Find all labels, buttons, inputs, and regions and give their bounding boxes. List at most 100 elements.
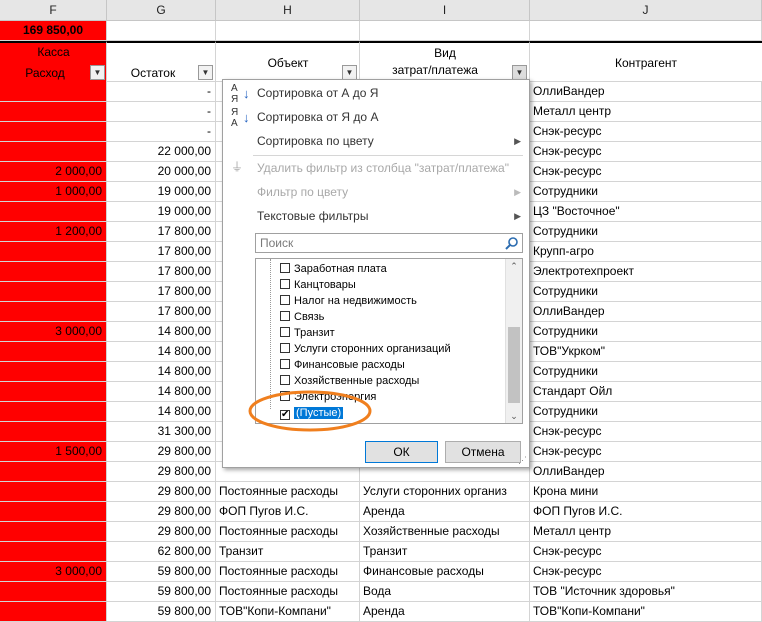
cell-f[interactable] xyxy=(0,82,107,102)
sort-a-to-z-item[interactable]: АЯ ↓ Сортировка от А до Я xyxy=(223,81,529,105)
filter-value-checkbox[interactable] xyxy=(280,279,290,289)
cell-g[interactable]: 17 800,00 xyxy=(107,242,216,262)
cell-f[interactable] xyxy=(0,202,107,222)
filter-search-input[interactable]: Поиск xyxy=(255,233,523,253)
filter-value-checkbox[interactable] xyxy=(280,263,290,273)
cell-f[interactable] xyxy=(0,602,107,622)
cell-g[interactable]: 29 800,00 xyxy=(107,442,216,462)
cell-j[interactable]: Сотрудники xyxy=(530,222,762,242)
cell-g[interactable]: - xyxy=(107,102,216,122)
cell-j[interactable]: Сотрудники xyxy=(530,182,762,202)
cell-j[interactable]: Металл центр xyxy=(530,102,762,122)
cell-g[interactable]: 29 800,00 xyxy=(107,502,216,522)
sort-z-to-a-item[interactable]: ЯА ↓ Сортировка от Я до А xyxy=(223,105,529,129)
g-total-cell[interactable] xyxy=(107,21,216,41)
filter-value-checkbox[interactable] xyxy=(280,311,290,321)
filter-value-item[interactable]: Финансовые расходы xyxy=(280,357,405,373)
cell-j[interactable]: ЦЗ "Восточное" xyxy=(530,202,762,222)
column-header-i[interactable]: I xyxy=(360,0,530,21)
kontragent-header-cell[interactable]: Контрагент xyxy=(530,41,762,82)
filter-value-checkbox[interactable] xyxy=(280,359,290,369)
column-header-h[interactable]: H xyxy=(216,0,360,21)
cell-h[interactable]: Постоянные расходы xyxy=(216,562,360,582)
filter-value-item[interactable]: Хозяйственные расходы xyxy=(280,373,419,389)
cell-g[interactable]: - xyxy=(107,82,216,102)
cell-g[interactable]: 14 800,00 xyxy=(107,382,216,402)
filter-value-checkbox[interactable] xyxy=(280,327,290,337)
cell-i[interactable]: Аренда xyxy=(360,602,530,622)
filter-value-item[interactable]: Связь xyxy=(280,309,324,325)
cell-j[interactable]: Снэк-ресурс xyxy=(530,562,762,582)
cell-j[interactable]: ОллиВандер xyxy=(530,462,762,482)
cell-f[interactable]: 1 000,00 xyxy=(0,182,107,202)
cell-h[interactable]: ТОВ"Копи-Компани" xyxy=(216,602,360,622)
scroll-thumb[interactable] xyxy=(508,327,520,403)
cell-h[interactable]: Постоянные расходы xyxy=(216,522,360,542)
scroll-up-icon[interactable]: ⌃ xyxy=(506,259,522,273)
cell-j[interactable]: Электротехпроект xyxy=(530,262,762,282)
cell-f[interactable] xyxy=(0,542,107,562)
cell-j[interactable]: ТОВ"Копи-Компани" xyxy=(530,602,762,622)
cell-g[interactable]: 62 800,00 xyxy=(107,542,216,562)
cell-f[interactable] xyxy=(0,502,107,522)
cell-j[interactable]: Стандарт Ойл xyxy=(530,382,762,402)
cell-j[interactable]: Сотрудники xyxy=(530,402,762,422)
cell-f[interactable] xyxy=(0,402,107,422)
list-scrollbar[interactable]: ⌃ ⌄ xyxy=(505,259,522,423)
rashod-filter-button[interactable]: ▼ xyxy=(90,65,105,80)
cell-f[interactable] xyxy=(0,242,107,262)
cell-g[interactable]: 17 800,00 xyxy=(107,302,216,322)
cell-h[interactable]: Постоянные расходы xyxy=(216,482,360,502)
cell-f[interactable]: 3 000,00 xyxy=(0,562,107,582)
cell-j[interactable]: Снэк-ресурс xyxy=(530,122,762,142)
cell-f[interactable] xyxy=(0,122,107,142)
cell-f[interactable] xyxy=(0,382,107,402)
cell-j[interactable]: ОллиВандер xyxy=(530,302,762,322)
cell-i[interactable]: Услуги сторонних организ xyxy=(360,482,530,502)
cell-f[interactable] xyxy=(0,342,107,362)
cell-f[interactable] xyxy=(0,362,107,382)
filter-by-color-item[interactable]: Фильтр по цвету ▶ xyxy=(223,180,529,204)
cell-j[interactable]: Снэк-ресурс xyxy=(530,142,762,162)
filter-value-checkbox[interactable] xyxy=(280,343,290,353)
cell-f[interactable]: 2 000,00 xyxy=(0,162,107,182)
cell-f[interactable] xyxy=(0,522,107,542)
cell-g[interactable]: 20 000,00 xyxy=(107,162,216,182)
filter-value-item[interactable]: Транзит xyxy=(280,325,335,341)
cell-j[interactable]: ФОП Пугов И.С. xyxy=(530,502,762,522)
filter-value-checkbox[interactable] xyxy=(280,295,290,305)
cell-j[interactable]: ТОВ"Укрком" xyxy=(530,342,762,362)
cell-g[interactable]: 14 800,00 xyxy=(107,322,216,342)
i-total-cell[interactable] xyxy=(360,21,530,41)
filter-value-item[interactable]: Канцтовары xyxy=(280,277,356,293)
text-filters-item[interactable]: Текстовые фильтры ▶ xyxy=(223,204,529,228)
cell-h[interactable]: ФОП Пугов И.С. xyxy=(216,502,360,522)
j-total-cell[interactable] xyxy=(530,21,762,41)
vid-filter-button-active[interactable]: ▼ xyxy=(512,65,527,80)
column-header-f[interactable]: F xyxy=(0,0,107,21)
obekt-header-cell[interactable]: Объект ▼ xyxy=(216,41,360,82)
cell-g[interactable]: 14 800,00 xyxy=(107,342,216,362)
cell-i[interactable]: Транзит xyxy=(360,542,530,562)
cell-f[interactable] xyxy=(0,462,107,482)
cancel-button[interactable]: Отмена xyxy=(445,441,521,463)
cell-h[interactable]: Транзит xyxy=(216,542,360,562)
cell-f[interactable] xyxy=(0,582,107,602)
cell-f[interactable]: 1 200,00 xyxy=(0,222,107,242)
cell-g[interactable]: 22 000,00 xyxy=(107,142,216,162)
filter-value-item[interactable]: Услуги сторонних организаций xyxy=(280,341,451,357)
cell-g[interactable]: 17 800,00 xyxy=(107,262,216,282)
cell-g[interactable]: 14 800,00 xyxy=(107,362,216,382)
filter-value-item[interactable]: Заработная плата xyxy=(280,261,387,277)
cell-j[interactable]: ТОВ "Источник здоровья" xyxy=(530,582,762,602)
cell-j[interactable]: Крона мини xyxy=(530,482,762,502)
resize-grip-icon[interactable]: ⋰ xyxy=(518,455,527,466)
ok-button[interactable]: ОК xyxy=(365,441,438,463)
column-header-g[interactable]: G xyxy=(107,0,216,21)
cell-j[interactable]: Крупп-агро xyxy=(530,242,762,262)
cell-f[interactable]: 1 500,00 xyxy=(0,442,107,462)
sort-by-color-item[interactable]: Сортировка по цвету ▶ xyxy=(223,129,529,153)
cell-f[interactable] xyxy=(0,282,107,302)
f-total-cell[interactable]: 169 850,00 xyxy=(0,21,107,41)
ostatok-header-cell[interactable]: Остаток ▼ xyxy=(107,41,216,82)
